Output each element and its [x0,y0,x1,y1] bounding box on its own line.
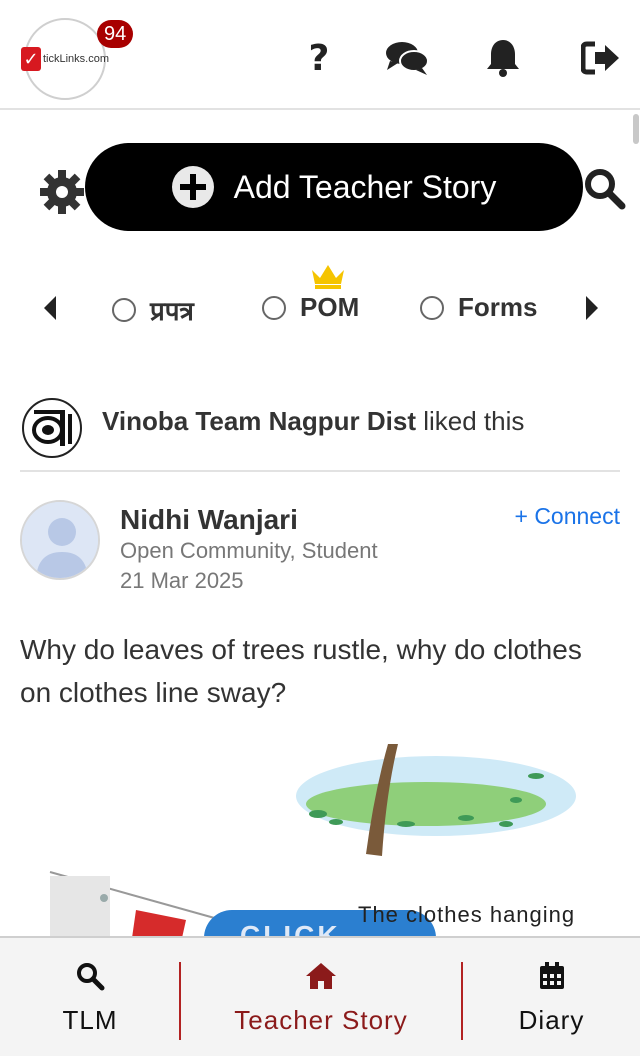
nav-teacher-story[interactable]: Teacher Story [181,938,461,1056]
nav-label: Diary [518,1004,585,1035]
scrollbar-thumb[interactable] [633,114,639,144]
nav-diary[interactable]: Diary [463,938,640,1056]
post-image[interactable]: CLICK The clothes hanging [36,744,596,938]
search-icon[interactable] [582,166,626,210]
filter-option-pom[interactable]: POM [262,292,359,323]
filter-label: Forms [458,292,538,322]
team-avatar[interactable] [22,398,82,458]
post-author-role: Open Community, Student [120,538,378,563]
activity-liked-row: Vinoba Team Nagpur Dist liked this [20,396,620,472]
chat-icon[interactable] [384,38,430,78]
activity-actor[interactable]: Vinoba Team Nagpur Dist [102,406,416,436]
calendar-icon [539,961,564,989]
post-date: 21 Mar 2025 [120,568,244,593]
plus-circle-icon [171,166,214,208]
logo-text: tickLinks.com [42,53,110,65]
logout-icon[interactable] [578,38,624,78]
bell-icon[interactable] [480,38,526,78]
crown-icon [310,262,346,290]
radio-button[interactable] [420,295,444,320]
author-avatar[interactable] [20,500,100,580]
logo-check-icon: ✓ [20,47,41,71]
nav-label: TLM [62,1004,118,1035]
app-logo[interactable]: ✓ tickLinks.com [20,18,110,100]
home-icon [306,962,336,989]
filter-next-arrow-icon[interactable] [582,292,602,324]
nav-tlm[interactable]: TLM [0,938,180,1056]
post-body-text: Why do leaves of trees rustle, why do cl… [20,634,582,708]
image-caption: The clothes hanging [358,902,576,927]
notification-badge: 94 [97,20,134,48]
activity-action: liked this [423,406,525,436]
top-header: ✓ tickLinks.com 94 ? [0,0,640,110]
help-icon[interactable]: ? [296,38,342,79]
bottom-navigation: TLM Teacher Story Diary [0,936,640,1056]
connect-link[interactable]: + Connect [515,503,621,530]
filter-option-forms[interactable]: Forms [420,292,537,323]
nav-label: Teacher Story [234,1004,408,1035]
filter-label: प्रपत्र [150,296,194,326]
add-teacher-story-button[interactable]: Add Teacher Story [85,143,583,231]
search-icon [77,962,105,990]
settings-gear-icon[interactable] [38,168,86,216]
filter-label: POM [300,292,360,322]
radio-button[interactable] [112,298,136,322]
add-story-label: Add Teacher Story [233,168,497,205]
post-author-name[interactable]: Nidhi Wanjari [120,504,298,536]
filter-prev-arrow-icon[interactable] [40,292,60,324]
filter-option-prapatra[interactable]: प्रपत्र [112,292,194,328]
radio-button[interactable] [262,295,286,320]
